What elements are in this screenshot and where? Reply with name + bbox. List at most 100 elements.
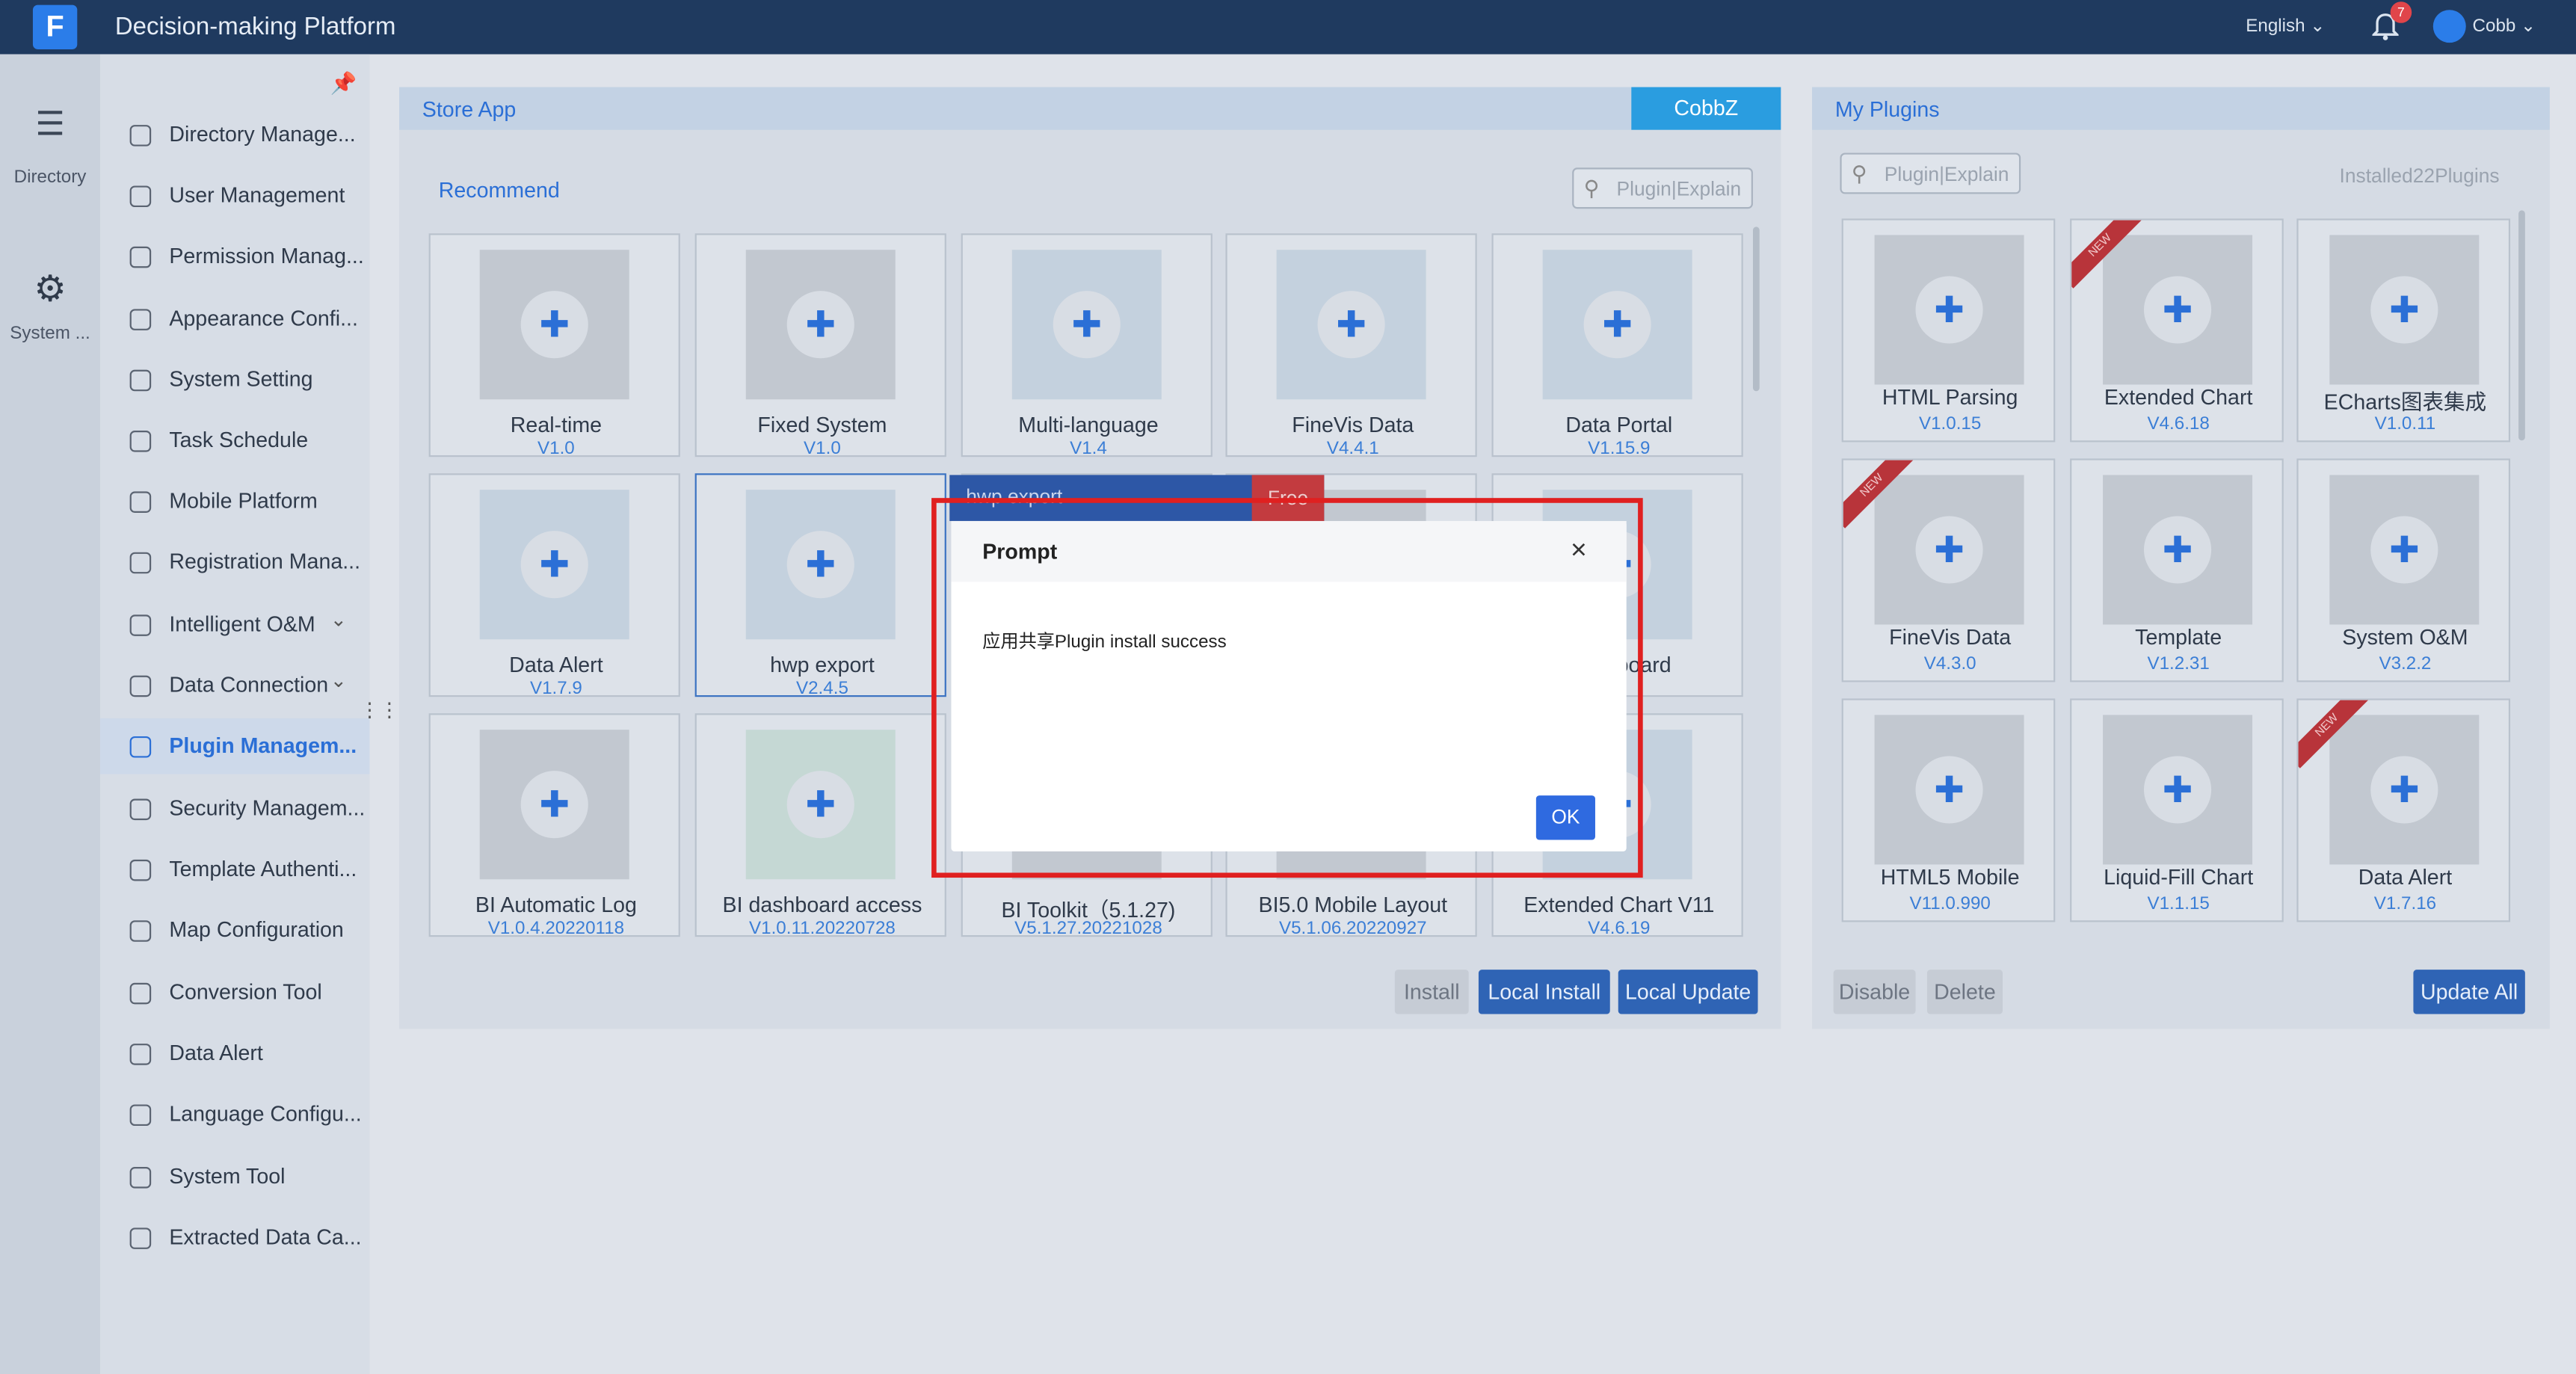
puzzle-icon: ✚: [786, 771, 854, 839]
puzzle-icon: ✚: [2143, 756, 2212, 824]
chevron-down-icon: ⌄: [2521, 16, 2536, 37]
store-plugin-card[interactable]: ✚ Real-time V1.0: [428, 233, 680, 459]
sidebar-item-label: Template Authenti...: [169, 856, 357, 881]
chevron-down-icon[interactable]: ⌄: [330, 669, 347, 692]
my-plugins-header: My Plugins: [1812, 87, 2550, 130]
plugins-scrollbar[interactable]: [2518, 210, 2525, 441]
plugin-version: V11.0.990: [1909, 894, 1991, 914]
register-icon: [129, 552, 152, 574]
store-plugin-card[interactable]: ✚ FineVis Data V4.4.1: [1225, 233, 1477, 458]
template-icon: [129, 859, 152, 881]
installed-plugin-card[interactable]: ✚ Template V1.2.31: [2070, 458, 2284, 683]
sidebar-item-label: System Tool: [169, 1163, 286, 1189]
sidebar-item-13[interactable]: Map Configuration: [100, 902, 369, 958]
puzzle-icon: ✚: [1317, 291, 1385, 359]
sidebar-item-label: Task Schedule: [169, 427, 309, 452]
puzzle-icon: ✚: [786, 291, 854, 359]
sidebar-item-5[interactable]: Task Schedule: [100, 413, 369, 469]
plugins-search-input[interactable]: ⚲ Plugin|Explain: [1840, 153, 2021, 194]
store-account-button[interactable]: CobbZ: [1631, 87, 1781, 130]
store-scrollbar[interactable]: [1752, 227, 1760, 392]
store-plugin-card[interactable]: ✚ Data Portal V1.15.9: [1491, 233, 1743, 458]
sidebar-item-15[interactable]: Data Alert: [100, 1026, 369, 1082]
delete-button[interactable]: Delete: [1926, 970, 2003, 1014]
tool-icon: [129, 1167, 152, 1189]
sidebar-item-12[interactable]: Template Authenti...: [100, 842, 369, 898]
installed-plugin-card[interactable]: ✚ ECharts图表集成 V1.0.11: [2296, 218, 2511, 443]
sidebar-item-18[interactable]: Extracted Data Ca...: [100, 1210, 369, 1266]
sidebar-item-label: System Setting: [169, 366, 313, 392]
sidebar-item-17[interactable]: System Tool: [100, 1149, 369, 1205]
plugin-name: Real-time: [510, 412, 603, 437]
installed-plugin-card[interactable]: ✚ System O&M V3.2.2: [2296, 458, 2511, 683]
sidebar-item-label: Conversion Tool: [169, 979, 322, 1005]
rail-directory[interactable]: ☰ Directory: [0, 104, 100, 188]
sidebar-item-9[interactable]: Data Connection ⌄: [100, 657, 369, 713]
plugin-name: Data Portal: [1565, 412, 1673, 437]
recommend-tab[interactable]: Recommend: [439, 177, 560, 202]
puzzle-icon: ✚: [1915, 276, 1983, 344]
update-all-button[interactable]: Update All: [2413, 970, 2525, 1014]
app-logo[interactable]: F: [32, 4, 78, 49]
my-plugins-title: My Plugins: [1834, 96, 1940, 122]
store-plugin-card[interactable]: ✚ Fixed System V1.0: [694, 233, 946, 458]
sidebar-item-0[interactable]: Directory Manage...: [100, 107, 369, 163]
puzzle-icon: ✚: [2143, 516, 2212, 584]
language-selector[interactable]: English ⌄: [2246, 15, 2326, 37]
installed-plugin-card[interactable]: ✚ HTML5 Mobile V11.0.990: [1841, 698, 2056, 922]
sidebar-item-2[interactable]: Permission Manag...: [100, 229, 369, 285]
plugin-name: BI5.0 Mobile Layout: [1258, 892, 1448, 917]
user-avatar[interactable]: [2432, 10, 2466, 43]
installed-plugin-card[interactable]: ✚ NEW Extended Chart V4.6.18: [2070, 218, 2284, 443]
installed-plugin-card[interactable]: ✚ HTML Parsing V1.0.15: [1841, 218, 2056, 443]
app-title: Decision-making Platform: [114, 13, 396, 41]
sidebar-item-1[interactable]: User Management: [100, 167, 369, 224]
local-update-button[interactable]: Local Update: [1618, 970, 1758, 1014]
install-button[interactable]: Install: [1394, 970, 1469, 1014]
search-icon: ⚲: [1583, 176, 1600, 201]
sidebar-item-11[interactable]: Security Managem...: [100, 780, 369, 837]
plugins-search-placeholder: Plugin|Explain: [1884, 162, 2009, 186]
store-plugin-card[interactable]: ✚ BI dashboard access V1.0.11.20220728: [694, 713, 946, 938]
brush-icon: [129, 309, 152, 330]
sidebar-item-4[interactable]: System Setting: [100, 352, 369, 408]
sidebar-item-3[interactable]: Appearance Confi...: [100, 291, 369, 347]
chevron-down-icon: ⌄: [2310, 16, 2326, 37]
sidebar-item-8[interactable]: Intelligent O&M ⌄: [100, 597, 369, 653]
map-icon: [129, 920, 152, 942]
pin-icon[interactable]: 📌: [330, 71, 357, 97]
notification-badge: 7: [2390, 1, 2412, 23]
sidebar-item-6[interactable]: Mobile Platform: [100, 473, 369, 529]
resize-handle-icon[interactable]: ⋮⋮: [360, 698, 399, 721]
search-icon: ⚲: [1851, 161, 1867, 186]
plugin-thumbnail: ✚: [1874, 715, 2024, 865]
store-search-input[interactable]: ⚲ Plugin|Explain: [1572, 167, 1753, 209]
installed-plugin-card[interactable]: ✚ NEW FineVis Data V4.3.0: [1841, 458, 2056, 683]
store-plugin-card[interactable]: ✚ Multi-language V1.4: [961, 233, 1212, 458]
sidebar-item-16[interactable]: Language Configu...: [100, 1086, 369, 1142]
plugin-version: V1.0: [537, 439, 575, 459]
local-install-button[interactable]: Local Install: [1478, 970, 1610, 1014]
sidebar-item-label: User Management: [169, 182, 345, 208]
disable-button[interactable]: Disable: [1833, 970, 1916, 1014]
close-icon[interactable]: ×: [1571, 534, 1587, 567]
chevron-down-icon[interactable]: ⌄: [330, 608, 347, 631]
sidebar-item-10[interactable]: Plugin Managem...: [100, 718, 370, 774]
ok-button[interactable]: OK: [1535, 795, 1595, 840]
plugin-thumbnail: ✚: [479, 490, 629, 640]
user-menu[interactable]: Cobb ⌄: [2473, 15, 2536, 37]
store-plugin-card[interactable]: ✚ BI Automatic Log V1.0.4.20220118: [428, 713, 680, 938]
sidebar-item-label: Map Configuration: [169, 916, 344, 942]
plugin-name: BI Automatic Log: [475, 892, 637, 917]
store-plugin-card[interactable]: ✚ hwp export V2.4.5: [694, 473, 946, 698]
rail-system[interactable]: ⚙ System ...: [0, 268, 100, 343]
installed-plugin-card[interactable]: ✚ NEW Data Alert V1.7.16: [2296, 698, 2511, 922]
installed-plugin-card[interactable]: ✚ Liquid-Fill Chart V1.1.15: [2070, 698, 2284, 922]
sidebar-item-7[interactable]: Registration Mana...: [100, 534, 369, 591]
sidebar-item-14[interactable]: Conversion Tool: [100, 965, 369, 1021]
store-plugin-card[interactable]: ✚ Data Alert V1.7.9: [428, 473, 680, 699]
plugin-version: V1.7.9: [529, 679, 582, 699]
sidebar-item-label: Plugin Managem...: [169, 733, 357, 758]
sidebar-item-label: Appearance Confi...: [169, 305, 358, 330]
language-label: English: [2246, 16, 2305, 37]
